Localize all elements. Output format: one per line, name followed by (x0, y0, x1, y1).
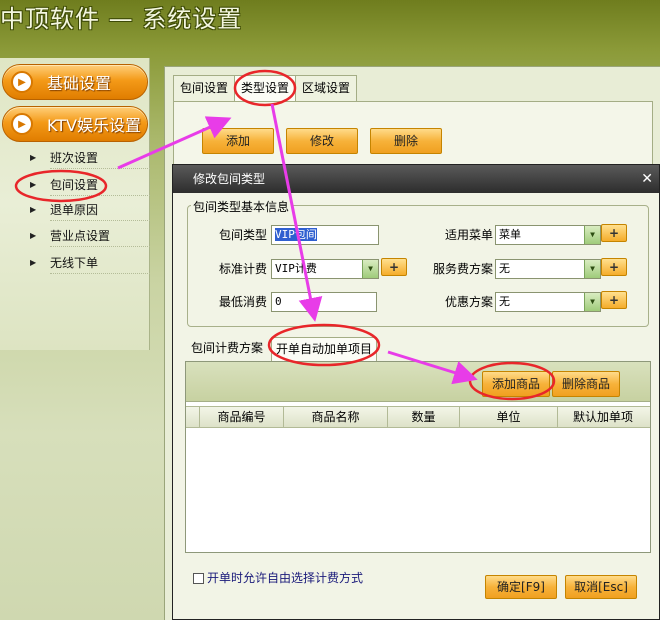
triangle-right-icon: ▶ (30, 153, 37, 162)
delete-item-button[interactable]: 删除商品 (552, 371, 620, 397)
column-header[interactable]: 数量 (388, 407, 460, 427)
chevron-down-icon: ▼ (584, 293, 600, 311)
menu-label: 适用菜单 (444, 228, 493, 242)
room-type-value: VIP包间 (275, 228, 317, 241)
dialog-title: 修改包间类型 (173, 165, 659, 193)
row-handle-header (186, 407, 200, 427)
delete-button[interactable]: 删除 (370, 128, 442, 154)
add-billing-button[interactable]: + (381, 258, 407, 276)
room-type-label: 包间类型 (218, 228, 267, 242)
main-tabbar: 包间设置 类型设置 区域设置 (173, 75, 358, 101)
sidebar-item-shift[interactable]: ▶ 班次设置 (30, 147, 150, 169)
sidebar-item-business-points[interactable]: ▶ 营业点设置 (30, 225, 150, 247)
discount-plan-label: 优惠方案 (444, 295, 493, 309)
tab-room-settings[interactable]: 包间设置 (173, 75, 236, 101)
add-discount-plan-button[interactable]: + (601, 291, 627, 309)
column-header[interactable]: 商品名称 (284, 407, 388, 427)
column-header[interactable]: 默认加单项 (558, 407, 648, 427)
add-item-button[interactable]: 添加商品 (482, 371, 550, 397)
allow-free-billing-label: 开单时允许自由选择计费方式 (207, 571, 364, 585)
sidebar-item-label: 退单原因 (50, 203, 99, 217)
group-ktv-settings[interactable]: ▶ KTV娱乐设置 (2, 106, 148, 142)
chevron-down-icon: ▼ (584, 226, 600, 244)
min-spend-input[interactable]: 0 (271, 292, 377, 312)
triangle-right-icon: ▶ (30, 258, 37, 267)
allow-free-billing-checkbox[interactable] (193, 573, 204, 584)
sidebar-item-refund-reasons[interactable]: ▶ 退单原因 (30, 199, 150, 221)
room-type-input[interactable]: VIP包间 (271, 225, 379, 245)
group-label: KTV娱乐设置 (47, 116, 141, 135)
sidebar-item-label: 班次设置 (50, 151, 99, 165)
triangle-right-icon: ▶ (30, 180, 37, 189)
tab-content: 添加 修改 删除 (173, 101, 653, 171)
sidebar-item-wireless-order[interactable]: ▶ 无线下单 (30, 252, 150, 274)
play-icon: ▶ (11, 71, 33, 93)
group-label: 基础设置 (47, 74, 112, 93)
sidebar-item-label: 营业点设置 (50, 229, 111, 243)
tab-area-settings[interactable]: 区域设置 (295, 75, 358, 101)
discount-plan-select[interactable]: 无 ▼ (495, 292, 601, 312)
chevron-down-icon: ▼ (362, 260, 378, 278)
tab-auto-add-items[interactable]: 开单自动加单项目 (271, 337, 378, 361)
add-button[interactable]: 添加 (202, 128, 274, 154)
column-header[interactable]: 单位 (460, 407, 558, 427)
triangle-right-icon: ▶ (30, 231, 37, 240)
sidebar-item-label: 包间设置 (50, 178, 99, 192)
service-plan-label: 服务费方案 (432, 262, 493, 276)
min-spend-label: 最低消费 (218, 295, 267, 309)
menu-value: 菜单 (499, 228, 521, 241)
grid-header: 商品编号 商品名称 数量 单位 默认加单项 (186, 406, 650, 428)
add-menu-button[interactable]: + (601, 224, 627, 242)
close-icon[interactable]: ✕ (641, 165, 653, 193)
tab-type-settings[interactable]: 类型设置 (234, 75, 297, 101)
menu-select[interactable]: 菜单 ▼ (495, 225, 601, 245)
triangle-right-icon: ▶ (30, 205, 37, 214)
auto-add-items-panel: 添加商品 删除商品 商品编号 商品名称 数量 单位 默认加单项 (185, 361, 651, 553)
basic-info-legend: 包间类型基本信息 (191, 198, 292, 215)
chevron-down-icon: ▼ (584, 260, 600, 278)
app-title: 中顶软件 — 系统设置 (0, 5, 243, 33)
discount-plan-value: 无 (499, 295, 510, 308)
std-billing-select[interactable]: VIP计费 ▼ (271, 259, 379, 279)
service-plan-value: 无 (499, 262, 510, 275)
add-service-plan-button[interactable]: + (601, 258, 627, 276)
sidebar-item-label: 无线下单 (50, 256, 99, 270)
sidebar-item-rooms[interactable]: ▶ 包间设置 (30, 174, 150, 196)
tab-room-billing-plan[interactable]: 包间计费方案 (187, 337, 267, 361)
column-header[interactable]: 商品编号 (200, 407, 284, 427)
cancel-button[interactable]: 取消[Esc] (565, 575, 637, 599)
ok-button[interactable]: 确定[F9] (485, 575, 557, 599)
std-billing-label: 标准计费 (218, 262, 267, 276)
grid-toolbar: 添加商品 删除商品 (186, 362, 650, 402)
edit-room-type-dialog: 修改包间类型 ✕ 包间类型基本信息 包间类型 VIP包间 适用菜单 菜单 ▼ +… (172, 164, 660, 620)
std-billing-value: VIP计费 (275, 262, 317, 275)
edit-button[interactable]: 修改 (286, 128, 358, 154)
service-plan-select[interactable]: 无 ▼ (495, 259, 601, 279)
group-basic-settings[interactable]: ▶ 基础设置 (2, 64, 148, 100)
play-icon: ▶ (11, 113, 33, 135)
